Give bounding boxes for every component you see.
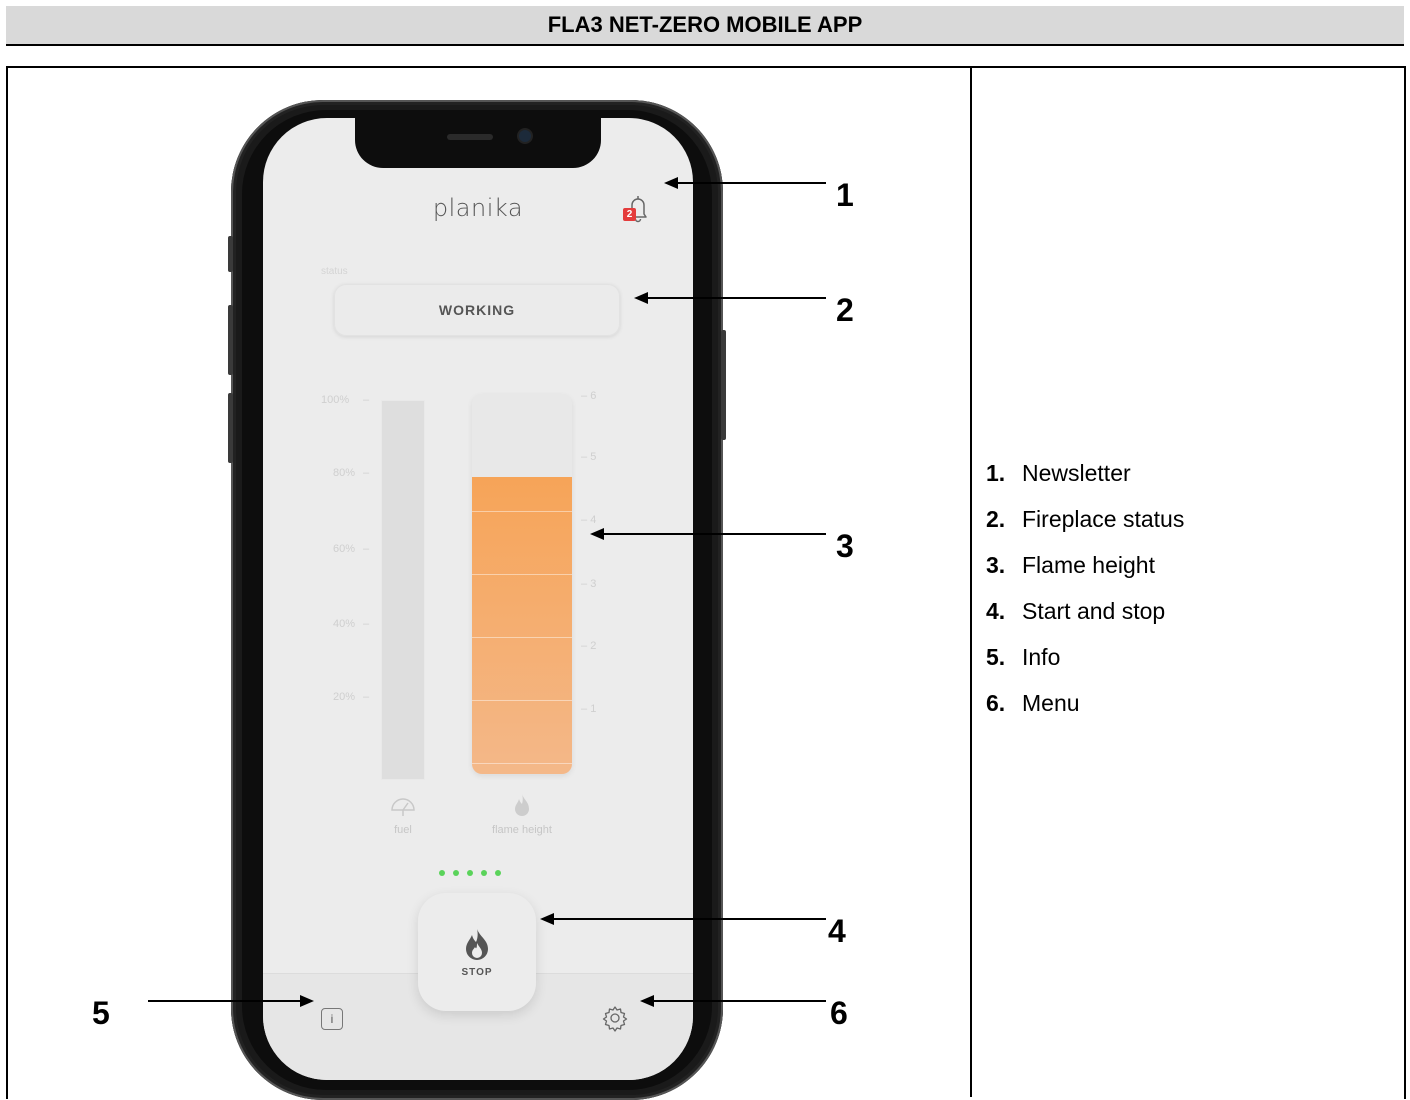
- legend-item: 2. Fireplace status: [986, 505, 1185, 532]
- callout-line: [552, 918, 826, 920]
- callout-line: [676, 182, 826, 184]
- callout-arrowhead: [300, 995, 314, 1007]
- flame-height-caption: flame height: [492, 824, 552, 836]
- fuel-tick-mark: –: [363, 394, 370, 406]
- legend-item: 1. Newsletter: [986, 459, 1131, 486]
- fire-icon: [466, 928, 488, 960]
- indicator-dot: [439, 870, 445, 876]
- legend-list: 1. Newsletter 2. Fireplace status 3. Flame …: [986, 450, 1184, 726]
- power-button: [721, 330, 726, 440]
- info-button[interactable]: i: [321, 1008, 343, 1030]
- stop-label: STOP: [461, 966, 493, 978]
- flame-segment-line: [472, 511, 572, 512]
- document-title: FLA3 NET-ZERO MOBILE APP: [6, 6, 1404, 46]
- volume-up-button: [228, 305, 233, 375]
- flame-segment-line: [472, 574, 572, 575]
- stop-button[interactable]: STOP: [418, 893, 536, 1011]
- legend-item: 3. Flame height: [986, 551, 1155, 578]
- mute-switch: [228, 236, 233, 272]
- callout-line: [652, 1000, 826, 1002]
- fuel-tick-mark: –: [363, 467, 370, 479]
- front-camera: [519, 130, 531, 142]
- phone-screen: planika 2 status WORKING 100% 80% 60% 40…: [263, 118, 693, 1080]
- status-label: status: [321, 266, 348, 277]
- indicator-dot: [481, 870, 487, 876]
- fuel-tick-mark: –: [363, 543, 370, 555]
- legend-item: 5. Info: [986, 643, 1061, 670]
- flame-segment-line: [472, 763, 572, 764]
- fuel-level-bar: [381, 400, 425, 780]
- legend-item: 4. Start and stop: [986, 597, 1166, 624]
- flame-segment-line: [472, 637, 572, 638]
- flame-height-fill: [472, 477, 572, 774]
- flame-segment-line: [472, 700, 572, 701]
- flame-icon: [515, 794, 529, 816]
- status-display: WORKING: [334, 284, 620, 336]
- callout-number: 3: [836, 528, 854, 564]
- notification-badge: 2: [623, 208, 636, 221]
- volume-down-button: [228, 393, 233, 463]
- flame-tick-label: – 5: [581, 451, 597, 463]
- fuel-gauge-icon: [391, 798, 415, 816]
- callout-line: [602, 533, 826, 535]
- connection-indicator: [439, 870, 501, 876]
- callout-number: 5: [92, 995, 110, 1031]
- flame-tick-label: – 2: [581, 640, 597, 652]
- phone-notch: [355, 118, 601, 168]
- callout-line: [148, 1000, 302, 1002]
- callout-number: 1: [836, 177, 854, 213]
- info-icon: i: [330, 1012, 334, 1026]
- indicator-dot: [467, 870, 473, 876]
- fuel-caption: fuel: [394, 824, 412, 836]
- flame-height-slider[interactable]: [472, 394, 572, 774]
- fuel-tick-label: 100%: [321, 394, 350, 406]
- flame-tick-label: – 6: [581, 390, 597, 402]
- fuel-tick-mark: –: [363, 691, 370, 703]
- flame-tick-label: – 1: [581, 703, 597, 715]
- table-column-divider: [970, 66, 972, 1097]
- fuel-tick-label: 20%: [333, 691, 356, 703]
- earpiece-speaker: [447, 134, 493, 140]
- callout-number: 2: [836, 292, 854, 328]
- indicator-dot: [495, 870, 501, 876]
- gear-icon[interactable]: [601, 1004, 629, 1032]
- fuel-tick-mark: –: [363, 618, 370, 630]
- fuel-tick-label: 40%: [333, 618, 356, 630]
- fuel-tick-label: 80%: [333, 467, 356, 479]
- flame-tick-label: – 3: [581, 578, 597, 590]
- flame-tick-label: – 4: [581, 514, 597, 526]
- fuel-tick-label: 60%: [333, 543, 356, 555]
- indicator-dot: [453, 870, 459, 876]
- callout-number: 6: [830, 995, 848, 1031]
- legend-item: 6. Menu: [986, 689, 1080, 716]
- callout-line: [646, 297, 826, 299]
- callout-number: 4: [828, 913, 846, 949]
